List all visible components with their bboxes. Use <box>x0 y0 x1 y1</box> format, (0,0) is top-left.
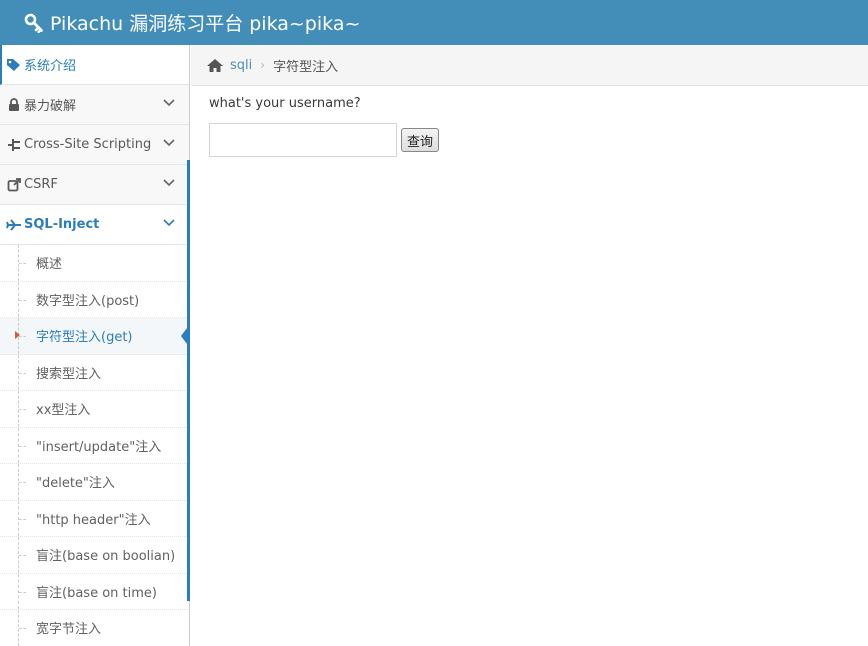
chevron-down-icon <box>163 99 175 107</box>
submenu-item-overview[interactable]: 概述 <box>0 245 189 282</box>
sidebar-item-intro[interactable]: 系统介绍 <box>0 45 189 85</box>
sidebar-item-sqli[interactable]: SQL-Inject <box>0 205 189 245</box>
sitemap-icon <box>6 138 22 152</box>
chevron-down-icon <box>163 139 175 147</box>
sidebar: 系统介绍 暴力破解 Cross-Site Scripting CSRF SQL-… <box>0 45 190 646</box>
breadcrumb: sqli › 字符型注入 <box>191 45 868 86</box>
submenu-item-wide-byte[interactable]: 宽字节注入 <box>0 610 189 646</box>
username-prompt: what's your username? <box>209 96 361 111</box>
submenu-item-blind-boolean[interactable]: 盲注(base on boolian) <box>0 537 189 574</box>
sidebar-item-label: SQL-Inject <box>24 217 100 232</box>
query-form: 查询 <box>209 123 440 157</box>
submenu-item-blind-time[interactable]: 盲注(base on time) <box>0 573 189 610</box>
sidebar-item-label: CSRF <box>24 177 58 192</box>
brand-title: Pikachu 漏洞练习平台 pika~pika~ <box>50 13 361 35</box>
key-icon <box>24 13 43 33</box>
lock-icon <box>6 97 22 112</box>
submenu-item-numeric-post[interactable]: 数字型注入(post) <box>0 281 189 318</box>
chevron-right-icon: › <box>260 58 266 72</box>
sidebar-item-label: Cross-Site Scripting <box>24 137 152 152</box>
submenu-item-string-get[interactable]: 字符型注入(get) <box>0 318 189 355</box>
chevron-down-icon <box>163 219 175 227</box>
breadcrumb-link-sqli[interactable]: sqli <box>230 58 252 73</box>
sidebar-item-bruteforce[interactable]: 暴力破解 <box>0 85 189 125</box>
tags-icon <box>6 58 22 72</box>
username-input[interactable] <box>209 123 397 157</box>
sidebar-item-label: 暴力破解 <box>24 99 77 114</box>
submenu-item-insert-update[interactable]: "insert/update"注入 <box>0 427 189 464</box>
share-square-icon <box>6 177 22 192</box>
sidebar-active-bar <box>187 160 190 601</box>
submenu-item-search[interactable]: 搜索型注入 <box>0 354 189 391</box>
top-navbar: Pikachu 漏洞练习平台 pika~pika~ <box>0 0 868 45</box>
main-content: what's your username? 查询 <box>209 96 440 157</box>
brand[interactable]: Pikachu 漏洞练习平台 pika~pika~ <box>24 9 360 36</box>
chevron-down-icon <box>163 179 175 187</box>
submenu-item-http-header[interactable]: "http header"注入 <box>0 500 189 537</box>
sidebar-item-xss[interactable]: Cross-Site Scripting <box>0 125 189 165</box>
caret-right-icon <box>15 331 20 339</box>
breadcrumb-current: 字符型注入 <box>273 59 339 75</box>
query-button[interactable]: 查询 <box>401 128 440 152</box>
sidebar-item-label: 系统介绍 <box>24 59 77 74</box>
sidebar-item-csrf[interactable]: CSRF <box>0 165 189 205</box>
submenu-item-xx[interactable]: xx型注入 <box>0 391 189 428</box>
plane-icon <box>6 218 22 232</box>
submenu-item-delete[interactable]: "delete"注入 <box>0 464 189 501</box>
home-icon[interactable] <box>206 58 224 73</box>
sqli-submenu: 概述 数字型注入(post) 字符型注入(get) 搜索型注入 xx型注入 "i… <box>0 245 189 646</box>
